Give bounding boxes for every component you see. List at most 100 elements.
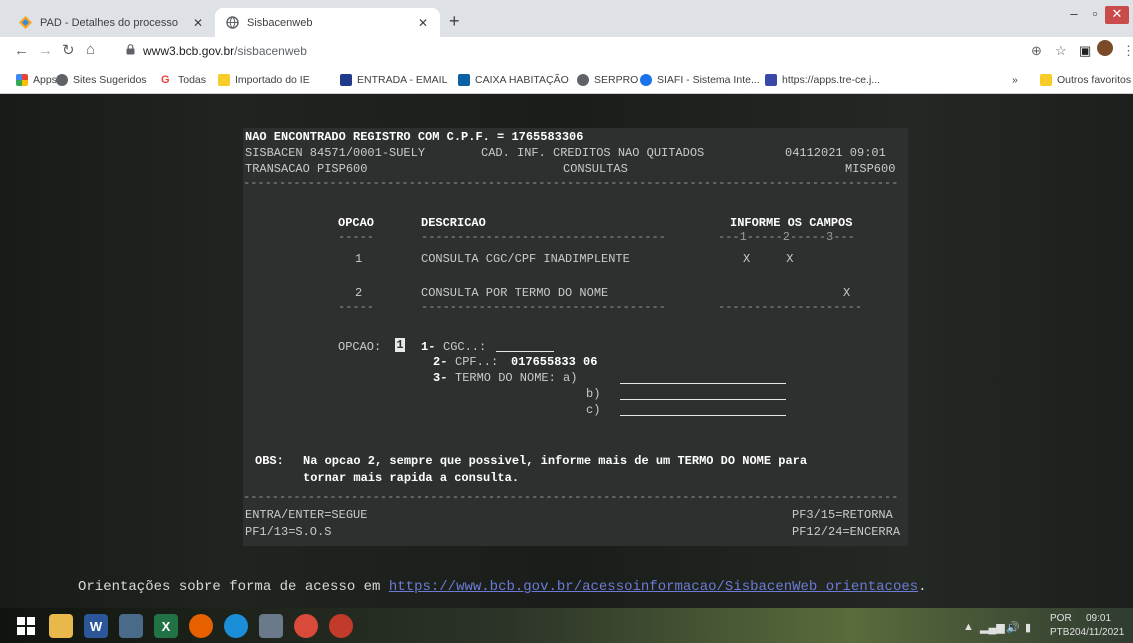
- bookmark-entrada-email[interactable]: ENTRADA - EMAIL: [340, 72, 447, 88]
- fields-ruler: ---1-----2-----3---: [718, 230, 855, 244]
- opcao-label: OPCAO:: [338, 340, 382, 354]
- termo-nome-a-input[interactable]: [620, 370, 786, 384]
- cgc-input[interactable]: [496, 338, 554, 352]
- chrome-icon[interactable]: [294, 614, 318, 638]
- globe-icon: [577, 74, 589, 86]
- termo-nome-b-input[interactable]: [620, 386, 786, 400]
- opcao-input[interactable]: 1: [395, 338, 405, 352]
- tre-ce-icon: [765, 74, 777, 86]
- signal-icon[interactable]: ▂▄▆: [980, 621, 1005, 634]
- orientacoes-link[interactable]: https://www.bcb.gov.br/acessoinformacao/…: [389, 579, 918, 595]
- screen-id: MISP600: [845, 162, 896, 176]
- network-icon[interactable]: [119, 614, 143, 638]
- cpf-input[interactable]: 017655833 06: [511, 355, 597, 369]
- pad-favicon-icon: [18, 16, 32, 30]
- section-title: CONSULTAS: [563, 162, 628, 176]
- system-user: SISBACEN 84571/0001-SUELY: [245, 146, 426, 160]
- option-field-marks: X X: [743, 252, 794, 266]
- option-description: CONSULTA POR TERMO DO NOME: [421, 286, 609, 300]
- termo-nome-c-input[interactable]: [620, 402, 786, 416]
- transaction-code: TRANSACAO PISP600: [245, 162, 368, 176]
- file-explorer-icon[interactable]: [49, 614, 73, 638]
- clock-date[interactable]: 04/11/2021: [1075, 627, 1124, 638]
- google-icon: G: [161, 74, 170, 86]
- folder-icon: [218, 74, 230, 86]
- battery-icon[interactable]: ▮: [1025, 621, 1031, 634]
- field-termo-b-label: b): [586, 387, 601, 401]
- edge-icon[interactable]: [224, 614, 248, 638]
- profile-avatar[interactable]: [1097, 40, 1113, 56]
- tab-pad-detalhes[interactable]: PAD - Detalhes do processo ✕: [8, 8, 215, 37]
- tab-search-icon[interactable]: ▣: [1079, 43, 1091, 59]
- word-icon[interactable]: W: [84, 614, 108, 638]
- more-bookmarks-button[interactable]: »: [1012, 72, 1018, 88]
- option-field-marks: X: [843, 286, 851, 300]
- col-informe: INFORME OS CAMPOS: [730, 216, 853, 230]
- field-cpf-number: 2-: [433, 355, 448, 369]
- bookmark-siafi[interactable]: SIAFI - Sistema Inte...: [640, 72, 760, 88]
- field-termo-label: TERMO DO NOME: a): [455, 371, 578, 385]
- bookmark-outros-favoritos[interactable]: Outros favoritos: [1040, 72, 1131, 88]
- firefox-icon[interactable]: [189, 614, 213, 638]
- windows-start-icon[interactable]: [14, 614, 38, 638]
- option-description: CONSULTA CGC/CPF INADIMPLENTE: [421, 252, 630, 266]
- new-tab-button[interactable]: +: [449, 12, 460, 30]
- key-pf3: PF3/15=RETORNA: [792, 508, 893, 522]
- bookmark-serpro[interactable]: SERPRO: [577, 72, 638, 88]
- mail-icon: [340, 74, 352, 86]
- obs-line-2: tornar mais rapida a consulta.: [303, 471, 520, 485]
- tab-title: Sisbacenweb: [247, 16, 313, 29]
- col-opcao: OPCAO: [338, 216, 375, 230]
- calculator-icon[interactable]: [259, 614, 283, 638]
- bookmark-tre-ce[interactable]: https://apps.tre-ce.j...: [765, 72, 880, 88]
- divider: -----: [338, 300, 375, 314]
- maximize-icon[interactable]: ▫: [1085, 6, 1105, 24]
- caixa-icon: [458, 74, 470, 86]
- obs-label: OBS:: [255, 454, 284, 468]
- back-arrow-icon[interactable]: ←: [14, 43, 29, 59]
- field-cgc-label: CGC..:: [443, 340, 487, 354]
- address-bar[interactable]: www3.bcb.gov.br/sisbacenweb: [126, 40, 307, 62]
- obs-line-1: Na opcao 2, sempre que possivel, informe…: [303, 454, 808, 468]
- option-number: 1: [355, 252, 363, 266]
- col-descricao: DESCRICAO: [421, 216, 486, 230]
- divider: ----------------------------------------…: [243, 176, 899, 190]
- volume-icon[interactable]: 🔊: [1006, 621, 1020, 634]
- bookmark-apps[interactable]: Apps: [16, 72, 57, 88]
- tab-title: PAD - Detalhes do processo: [40, 16, 178, 29]
- divider: --------------------: [718, 300, 863, 314]
- tab-sisbacenweb[interactable]: Sisbacenweb ✕: [215, 8, 440, 37]
- menu-kebab-icon[interactable]: ⋮: [1122, 43, 1133, 59]
- apps-grid-icon: [16, 74, 28, 86]
- minimize-icon[interactable]: –: [1064, 6, 1084, 24]
- bookmark-caixa-habitacao[interactable]: CAIXA HABITAÇÃO: [458, 72, 569, 88]
- zoom-icon[interactable]: ⊕: [1031, 43, 1042, 59]
- excel-icon[interactable]: X: [154, 614, 178, 638]
- tab-strip: PAD - Detalhes do processo ✕ Sisbacenweb…: [0, 0, 1133, 37]
- system-title: CAD. INF. CREDITOS NAO QUITADOS: [481, 146, 705, 160]
- bookmark-todas[interactable]: G Todas: [161, 72, 206, 88]
- close-tab-icon[interactable]: ✕: [416, 16, 430, 30]
- divider: ----------------------------------: [421, 300, 666, 314]
- chrome-active-icon[interactable]: [329, 614, 353, 638]
- bookmark-sites-sugeridos[interactable]: Sites Sugeridos: [56, 72, 147, 88]
- tray-overflow-icon[interactable]: ▲: [963, 621, 974, 633]
- close-tab-icon[interactable]: ✕: [191, 16, 205, 30]
- error-message: NAO ENCONTRADO REGISTRO COM C.P.F. = 176…: [245, 130, 584, 144]
- bookmark-importado-ie[interactable]: Importado do IE: [218, 72, 310, 88]
- reload-icon[interactable]: ↻: [62, 43, 75, 59]
- field-cpf-label: CPF..:: [455, 355, 499, 369]
- terminal-screen: NAO ENCONTRADO REGISTRO COM C.P.F. = 176…: [243, 128, 908, 546]
- bookmark-star-icon[interactable]: ☆: [1055, 43, 1067, 59]
- forward-arrow-icon[interactable]: →: [38, 43, 53, 59]
- language-indicator[interactable]: POR: [1050, 613, 1072, 624]
- divider: ----------------------------------: [421, 230, 666, 244]
- window-close-icon[interactable]: ✕: [1105, 6, 1129, 24]
- siafi-icon: [640, 74, 652, 86]
- footer-note: Orientações sobre forma de acesso em htt…: [78, 579, 927, 595]
- field-cgc-number: 1-: [421, 340, 436, 354]
- keyboard-layout[interactable]: PTB2: [1050, 627, 1075, 638]
- clock-time[interactable]: 09:01: [1086, 613, 1111, 624]
- home-icon[interactable]: ⌂: [86, 42, 95, 58]
- divider: -----: [338, 230, 375, 244]
